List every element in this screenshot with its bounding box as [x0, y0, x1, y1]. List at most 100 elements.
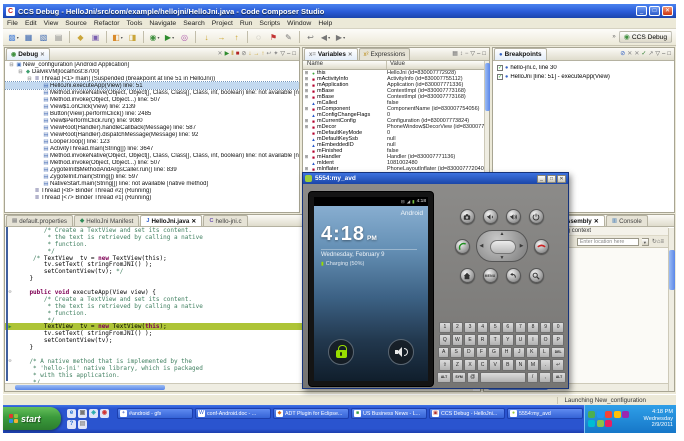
- key-k[interactable]: K: [525, 346, 538, 358]
- close-icon[interactable]: ✕: [40, 52, 45, 58]
- tree-expander-icon[interactable]: ⊟: [26, 76, 33, 82]
- view-menu-button[interactable]: ▽: [470, 50, 475, 58]
- minimize-view-button[interactable]: –: [477, 50, 480, 58]
- key-a[interactable]: A: [437, 346, 450, 358]
- build-button[interactable]: ▣: [89, 31, 103, 44]
- profile-button[interactable]: ◎: [178, 31, 192, 44]
- maximize-view-button[interactable]: □: [292, 50, 296, 58]
- step-return-button[interactable]: ↑: [261, 50, 264, 58]
- key-5[interactable]: 5: [489, 321, 501, 333]
- breakpoint-row[interactable]: ✓ ● hello-jni.c, line 30: [493, 63, 674, 72]
- key-h[interactable]: H: [500, 346, 513, 358]
- step-over-button[interactable]: →: [253, 50, 259, 58]
- column-name[interactable]: Name: [303, 61, 387, 69]
- debug-tree-row[interactable]: ▤ ZygoteInit.main(String[]) line: 597: [5, 173, 299, 180]
- key-sym[interactable]: SYM: [452, 371, 466, 383]
- view-menu-button[interactable]: ▽: [280, 50, 285, 58]
- breakpoint-row[interactable]: ✓ ● HelloJni [line: 51] - executeApp(View): [493, 72, 674, 81]
- terminate-button[interactable]: ■: [236, 50, 240, 58]
- close-window-button[interactable]: ✕: [557, 174, 566, 183]
- debug-tree-row[interactable]: ≣ Thread [<8> Binder Thread #2] (Running): [5, 187, 299, 194]
- debug-tree-row[interactable]: ▤ Method.invoke(Object, Object...) line: …: [5, 96, 299, 103]
- minimize-window-button[interactable]: _: [537, 174, 546, 183]
- dpad[interactable]: ▲ ▼ ◀ ▶: [475, 230, 528, 262]
- aux-tab-console[interactable]: ▥ Console: [605, 215, 648, 226]
- volume-up-button[interactable]: [505, 209, 521, 224]
- menu-button[interactable]: ≡: [660, 239, 664, 245]
- tab-variables[interactable]: x= Variables ✕: [304, 48, 358, 60]
- debug-tree-row[interactable]: ▤ ActivityThread.main(String[]) line: 364…: [5, 145, 299, 152]
- breakpoint-checkbox[interactable]: ✓: [497, 73, 503, 80]
- quick-launch-media-icon[interactable]: ◈: [89, 409, 98, 418]
- maximize-window-button[interactable]: □: [547, 174, 556, 183]
- search-button[interactable]: [528, 268, 544, 283]
- debug-tree-row[interactable]: ⊟ ▣ New_configuration [Android Application…: [5, 61, 299, 68]
- menu-search[interactable]: Search: [183, 20, 205, 27]
- close-icon[interactable]: ✕: [191, 218, 196, 225]
- end-call-button[interactable]: [533, 238, 549, 254]
- debug-tree-row[interactable]: ▤ Looper.loop() line: 123: [5, 138, 299, 145]
- debug-tree-row[interactable]: ▤ Method.invoke(Object, Object...) line: …: [5, 159, 299, 166]
- new-wizard-button[interactable]: ▩ ▾: [7, 31, 21, 44]
- remove-all-terminated-button[interactable]: ✕: [218, 50, 223, 58]
- back-button[interactable]: [505, 268, 521, 283]
- menu-button[interactable]: MENU: [482, 268, 498, 283]
- key-del[interactable]: DEL: [551, 346, 566, 358]
- view-menu-button[interactable]: ▽: [655, 50, 660, 58]
- key-sym[interactable]: ↵: [552, 359, 564, 371]
- editor-tab-hellojni-java[interactable]: J HelloJni.java ✕: [140, 215, 203, 226]
- home-button[interactable]: [459, 268, 475, 283]
- tab-expressions[interactable]: x² Expressions: [358, 48, 411, 60]
- key-z[interactable]: Z: [451, 359, 464, 371]
- resume-button[interactable]: ▶: [225, 50, 230, 58]
- menu-source[interactable]: Source: [65, 20, 87, 27]
- new-project-button[interactable]: ◧ ▾: [111, 31, 125, 44]
- key-6[interactable]: 6: [502, 321, 514, 333]
- debug-tree-row[interactable]: ▤ Method.invokeNative(Object, Object[], C…: [5, 152, 299, 159]
- lock-button[interactable]: ◆: [74, 31, 88, 44]
- go-to-file-button[interactable]: ↗: [648, 50, 653, 58]
- menu-navigate[interactable]: Navigate: [149, 20, 176, 27]
- camera-button[interactable]: [459, 209, 475, 224]
- menu-tools[interactable]: Tools: [127, 20, 143, 27]
- key-sym[interactable]: ⇧: [439, 359, 451, 371]
- step-into-button[interactable]: ↓: [200, 31, 214, 44]
- dpad-center-button[interactable]: [489, 240, 516, 254]
- dpad-up-icon[interactable]: ▲: [500, 231, 505, 237]
- debug-tree-row[interactable]: ▤ Button(View).performClick() line: 2485: [5, 110, 299, 117]
- debug-tree-row[interactable]: ≣ Thread [<7> Binder Thread #1] (Running): [5, 194, 299, 201]
- tray-icon-4[interactable]: [613, 411, 621, 419]
- close-window-button[interactable]: ✕: [662, 6, 673, 16]
- tray-icon-3[interactable]: [605, 411, 612, 419]
- use-step-filters-button[interactable]: ✦: [273, 50, 278, 58]
- mark-occurrences-button[interactable]: ⚑: [267, 31, 281, 44]
- debug-button[interactable]: ◉ ▾: [148, 31, 162, 44]
- key-x[interactable]: X: [464, 359, 476, 371]
- show-logical-structure-button[interactable]: ↕: [460, 50, 463, 58]
- save-button[interactable]: ▦: [22, 31, 36, 44]
- suspend-button[interactable]: ‖: [231, 50, 233, 58]
- step-into-button[interactable]: ↓: [248, 50, 251, 58]
- taskbar-button-conf-android-doc-[interactable]: Wconf-Android.doc - ...: [195, 408, 271, 419]
- mute-slider[interactable]: [388, 339, 414, 365]
- skip-all-breakpoints-button[interactable]: ⊘: [620, 50, 625, 58]
- emulator-titlebar[interactable]: 5554:my_avd _ □ ✕: [303, 173, 568, 184]
- tray-icon-8[interactable]: [605, 419, 612, 427]
- perspective-ccs-debug-button[interactable]: ◉ CCS Debug: [618, 31, 672, 43]
- phone-screen[interactable]: ⊟ ◢ ▮ 4:18 Android 4:18 PM Wednesday, Fe…: [314, 197, 428, 381]
- disconnect-button[interactable]: ⊘: [241, 50, 246, 58]
- remove-breakpoint-button[interactable]: ✕: [627, 50, 632, 58]
- key-2[interactable]: 2: [451, 321, 464, 333]
- dpad-left-icon[interactable]: ◀: [480, 243, 484, 249]
- tray-icon-2[interactable]: [596, 411, 604, 419]
- key-y[interactable]: Y: [502, 334, 514, 346]
- key-sym[interactable]: .: [539, 359, 552, 371]
- minimize-view-button[interactable]: –: [662, 50, 665, 58]
- debug-tree-row[interactable]: ▤ HelloJni.executeApp(View) line: 51: [5, 81, 299, 90]
- remove-all-breakpoints-button[interactable]: ✕: [634, 50, 639, 58]
- location-input[interactable]: Enter location here: [576, 237, 639, 246]
- debug-tree-row[interactable]: ▤ ViewRoot(Handler).dispatchMessage(Messa…: [5, 131, 299, 138]
- perspective-overflow-chevron[interactable]: »: [612, 34, 615, 40]
- debug-tree-row[interactable]: ⊟ ◆ DalvikVM[localhost:8700]: [5, 68, 299, 75]
- key-8[interactable]: 8: [527, 321, 539, 333]
